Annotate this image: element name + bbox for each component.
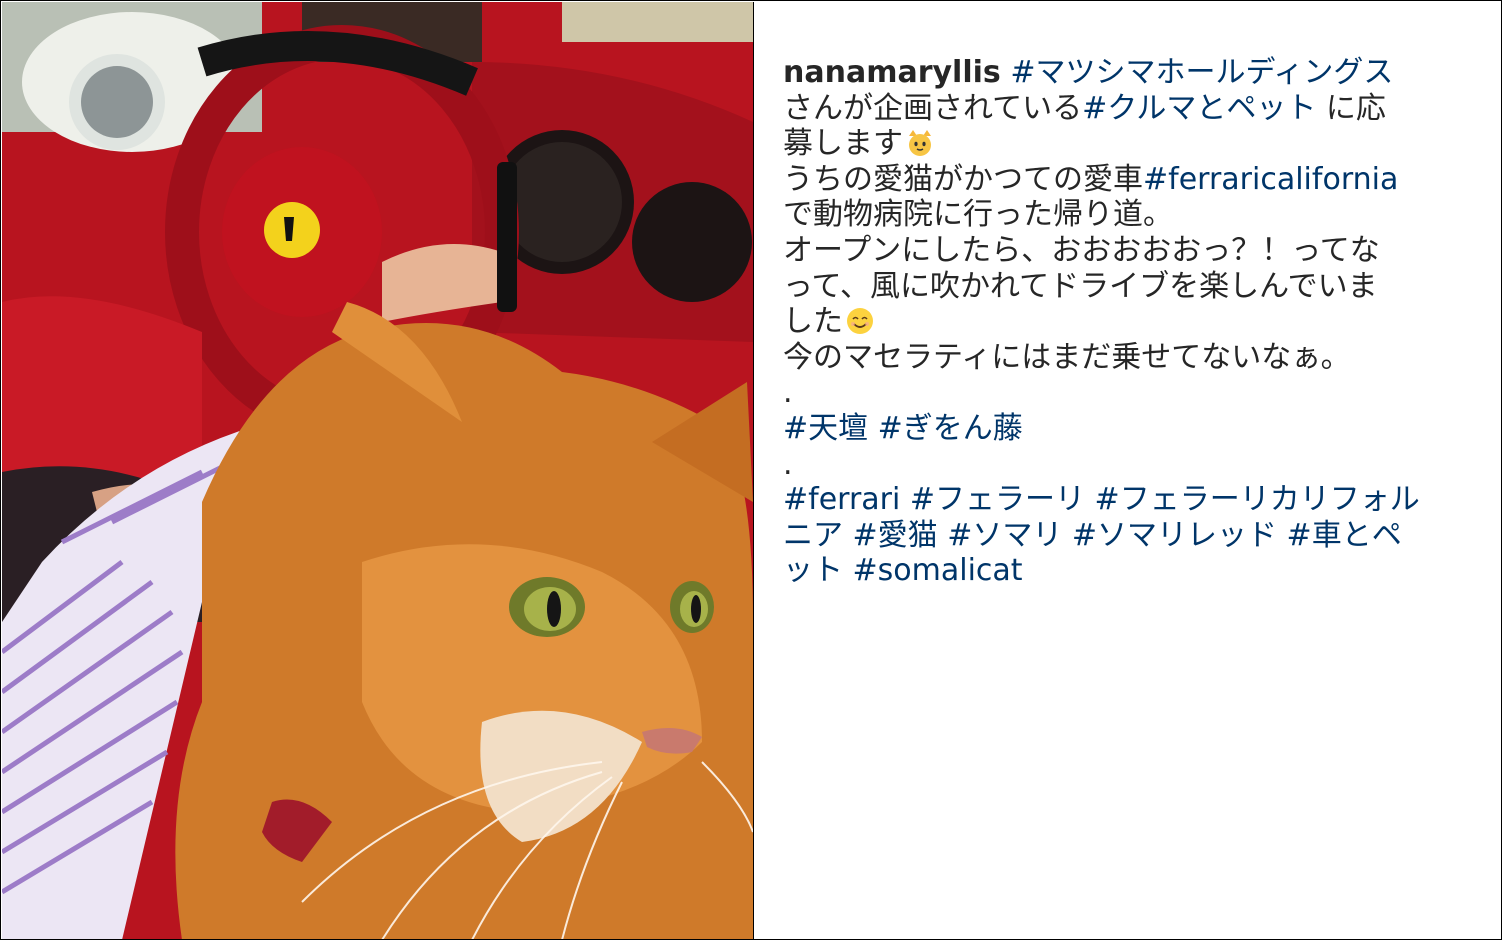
caption-text: 募します xyxy=(783,126,903,162)
caption-line-3: 募します xyxy=(783,126,1473,162)
caption-text: さんが企画されている xyxy=(783,90,1083,126)
username-link[interactable]: nanamaryllis xyxy=(783,55,1001,90)
hashtag-link[interactable]: #マツシマホールディングス xyxy=(1010,55,1393,90)
hashtag-line[interactable]: ニア #愛猫 #ソマリ #ソマリレッド #車とペ xyxy=(783,518,1473,554)
caption-line-2: さんが企画されている#クルマとペット に応 xyxy=(783,91,1473,127)
caption-line-5: で動物病院に行った帰り道。 xyxy=(783,197,1173,233)
post-caption: nanamaryllis #マツシマホールディングス さんが企画されている#クル… xyxy=(783,55,1473,589)
hashtag-line[interactable]: ット #somalicat xyxy=(783,553,1473,589)
caption-line-6: オープンにしたら、おおおおおっ？！ってな xyxy=(783,232,1380,268)
caption-line-4: うちの愛猫がかつての愛車#ferraricalifornia xyxy=(783,162,1473,198)
hashtag-line[interactable]: #ferrari #フェラーリ #フェラーリカリフォル xyxy=(783,482,1473,518)
caption-text: に応 xyxy=(1316,90,1386,126)
divider xyxy=(753,2,754,939)
hashtag-line[interactable]: #天壇 #ぎをん藤 xyxy=(783,411,1473,447)
caption-text: うちの愛猫がかつての愛車 xyxy=(783,161,1143,197)
caption-text: した xyxy=(783,304,843,340)
caption-line-12: . xyxy=(783,446,793,482)
post-card: nanamaryllis #マツシマホールディングス さんが企画されている#クル… xyxy=(0,0,1502,940)
post-photo[interactable] xyxy=(2,2,753,939)
hashtag-link[interactable]: #クルマとペット xyxy=(1082,91,1316,126)
caption-line-9: 今のマセラティにはまだ乗せてないなぁ。 xyxy=(783,339,1351,375)
caption-line-1: nanamaryllis #マツシマホールディングス xyxy=(783,55,1473,91)
hashtag-link[interactable]: #ferraricalifornia xyxy=(1143,162,1398,197)
cat-face-emoji-icon xyxy=(909,130,931,157)
caption-line-7: って、風に吹かれてドライブを楽しんでいま xyxy=(783,268,1378,304)
smiling-face-emoji-icon xyxy=(847,308,873,335)
caption-line-8: した xyxy=(783,304,1473,340)
caption-line-10: . xyxy=(783,375,793,411)
